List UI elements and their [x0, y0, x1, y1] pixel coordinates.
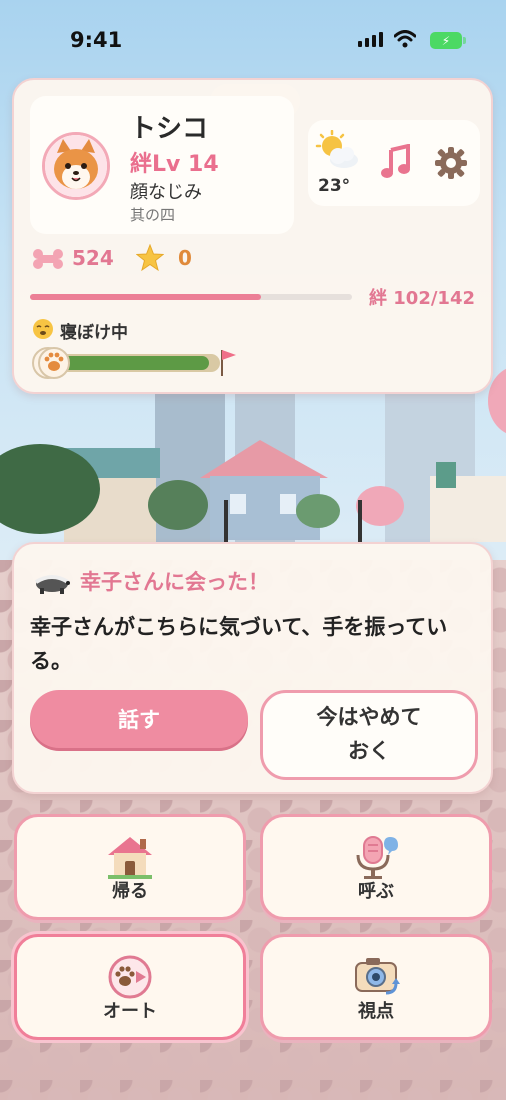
encounter-dialog: 幸子さんに会った！ 幸子さんがこちらに気づいて、手を振っている。 話す 今はやめ…	[12, 542, 493, 794]
shiba-avatar	[42, 132, 110, 200]
bone-icon	[32, 248, 64, 274]
microphone-icon	[350, 833, 402, 881]
street-lamp	[358, 500, 362, 542]
auto-label: オート	[103, 1001, 157, 1022]
tree	[296, 494, 340, 528]
call-button[interactable]: 呼ぶ	[260, 814, 492, 920]
shop	[430, 462, 506, 542]
star-count: 0	[178, 246, 192, 270]
sleepy-face-icon	[32, 318, 54, 344]
camera-view-button[interactable]: 視点	[260, 934, 492, 1040]
pet-name: トシコ	[130, 114, 209, 144]
bond-progress-fill	[30, 294, 262, 300]
street-lamp	[224, 500, 228, 542]
bond-progress-bar	[30, 294, 352, 300]
star-icon	[135, 243, 165, 276]
talk-button[interactable]: 話す	[30, 690, 248, 748]
clock: 9:41	[70, 28, 123, 52]
go-home-button[interactable]: 帰る	[14, 814, 246, 920]
status-bar: 9:41 ⚡	[0, 0, 506, 80]
music-note-icon[interactable]	[380, 143, 412, 184]
tree	[148, 480, 208, 530]
sleep-meter	[30, 346, 236, 379]
badger-icon	[32, 570, 72, 598]
relationship-subrank: 其の四	[130, 206, 176, 224]
wifi-icon	[393, 30, 417, 50]
profile-card[interactable]: トシコ 絆Lv 14 顔なじみ 其の四	[30, 96, 294, 234]
partly-cloudy-icon	[314, 129, 360, 174]
bone-count: 524	[72, 246, 114, 270]
paw-play-icon	[104, 953, 156, 1001]
camera-view-label: 視点	[358, 1001, 394, 1022]
gear-icon[interactable]	[434, 146, 468, 184]
relationship-rank: 顔なじみ	[130, 182, 202, 203]
cellular-signal-icon	[358, 32, 383, 47]
house-icon	[104, 833, 156, 881]
auto-button[interactable]: オート	[14, 934, 246, 1040]
sleep-status-label: 寝ぼけ中	[60, 323, 128, 343]
not-now-button[interactable]: 今はやめて おく	[260, 690, 478, 780]
temperature: 23°	[318, 176, 351, 196]
bond-level: 絆Lv 14	[130, 152, 219, 177]
pet-status-panel: トシコ 絆Lv 14 顔なじみ 其の四 23° 524 0 絆 102/142 …	[12, 78, 493, 394]
pink-tree	[356, 486, 404, 526]
call-label: 呼ぶ	[358, 881, 394, 902]
battery-icon: ⚡	[430, 32, 466, 49]
encounter-title: 幸子さんに会った！	[80, 570, 269, 594]
camera-rotate-icon	[350, 953, 402, 1001]
go-home-label: 帰る	[112, 881, 148, 902]
bond-progress-text: 絆 102/142	[369, 288, 475, 309]
weather-card: 23°	[308, 120, 480, 206]
encounter-message: 幸子さんがこちらに気づいて、手を振っている。	[30, 615, 448, 673]
